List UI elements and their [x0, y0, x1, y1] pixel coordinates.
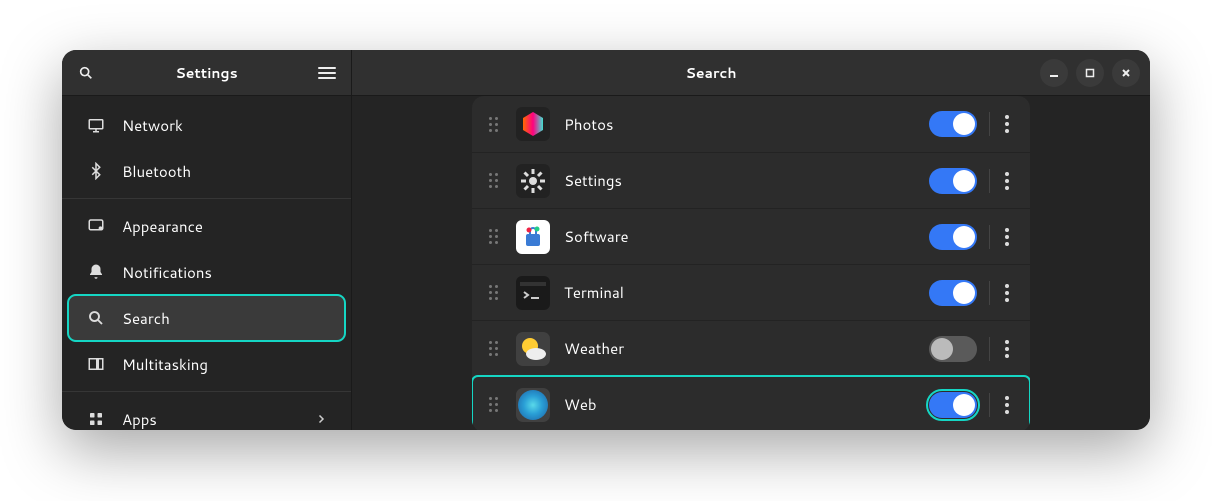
minimize-icon — [1049, 68, 1059, 78]
search-provider-row-weather: Weather — [472, 320, 1030, 376]
sidebar-item-label: Appearance — [122, 216, 327, 237]
monitor-icon — [86, 216, 106, 236]
sidebar: Network Bluetooth Appearance Notifications S… — [62, 96, 352, 430]
row-menu-button[interactable] — [994, 104, 1020, 144]
photos-icon — [516, 107, 550, 141]
sidebar-menu-button[interactable] — [313, 59, 341, 87]
drag-handle[interactable] — [482, 285, 504, 300]
search-providers-list: Photos Settings Software Terminal Weather Web — [472, 96, 1030, 430]
app-label: Photos — [564, 114, 929, 135]
sidebar-item-network[interactable]: Network — [68, 102, 345, 148]
multitask-icon — [86, 354, 106, 374]
search-provider-row-photos: Photos — [472, 96, 1030, 152]
sidebar-item-label: Notifications — [122, 262, 327, 283]
grid-icon — [86, 409, 106, 429]
drag-handle[interactable] — [482, 341, 504, 356]
settings-gear-icon — [516, 164, 550, 198]
network-icon — [86, 115, 106, 135]
window-close-button[interactable] — [1112, 59, 1140, 87]
search-icon — [78, 65, 94, 81]
toggle-switch[interactable] — [929, 224, 977, 250]
row-menu-button[interactable] — [994, 329, 1020, 369]
chevron-right-icon — [315, 413, 327, 425]
sidebar-item-appearance[interactable]: Appearance — [68, 203, 345, 249]
software-icon — [516, 220, 550, 254]
sidebar-item-multitasking[interactable]: Multitasking — [68, 341, 345, 387]
app-label: Web — [564, 394, 929, 415]
web-icon — [516, 388, 550, 422]
window-maximize-button[interactable] — [1076, 59, 1104, 87]
sidebar-title: Settings — [100, 63, 313, 83]
main-pane: Photos Settings Software Terminal Weather Web — [352, 96, 1150, 430]
sidebar-item-search[interactable]: Search — [68, 295, 345, 341]
app-label: Settings — [564, 170, 929, 191]
weather-icon — [516, 332, 550, 366]
search-provider-row-software: Software — [472, 208, 1030, 264]
search-provider-row-web: Web — [472, 376, 1030, 430]
sidebar-search-button[interactable] — [72, 59, 100, 87]
row-menu-button[interactable] — [994, 161, 1020, 201]
search-provider-row-terminal: Terminal — [472, 264, 1030, 320]
bell-icon — [86, 262, 106, 282]
row-menu-button[interactable] — [994, 217, 1020, 257]
sidebar-item-label: Bluetooth — [122, 161, 327, 182]
sidebar-header: Settings — [62, 50, 352, 96]
page-title: Search — [390, 63, 1032, 83]
hamburger-icon — [318, 67, 336, 79]
sidebar-item-label: Search — [122, 308, 327, 329]
search-icon — [86, 308, 106, 328]
sidebar-item-label: Multitasking — [122, 354, 327, 375]
app-label: Terminal — [564, 282, 929, 303]
sidebar-item-notifications[interactable]: Notifications — [68, 249, 345, 295]
sidebar-item-label: Network — [122, 115, 327, 136]
drag-handle[interactable] — [482, 229, 504, 244]
sidebar-item-label: Apps — [122, 409, 315, 430]
sidebar-item-apps[interactable]: Apps — [68, 396, 345, 430]
toggle-switch[interactable] — [929, 392, 977, 418]
terminal-icon — [516, 276, 550, 310]
window-minimize-button[interactable] — [1040, 59, 1068, 87]
sidebar-item-bluetooth[interactable]: Bluetooth — [68, 148, 345, 194]
search-provider-row-settings: Settings — [472, 152, 1030, 208]
drag-handle[interactable] — [482, 397, 504, 412]
row-menu-button[interactable] — [994, 385, 1020, 425]
app-label: Weather — [564, 338, 929, 359]
row-menu-button[interactable] — [994, 273, 1020, 313]
maximize-icon — [1085, 68, 1095, 78]
settings-window: Settings Search Network Bluetooth Appearan… — [62, 50, 1150, 430]
toggle-switch[interactable] — [929, 336, 977, 362]
close-icon — [1121, 68, 1131, 78]
toggle-switch[interactable] — [929, 280, 977, 306]
toggle-switch[interactable] — [929, 168, 977, 194]
drag-handle[interactable] — [482, 117, 504, 132]
bluetooth-icon — [86, 161, 106, 181]
search-providers-scroll[interactable]: Photos Settings Software Terminal Weather Web — [352, 96, 1150, 430]
main-header: Search — [352, 50, 1150, 96]
app-label: Software — [564, 226, 929, 247]
toggle-switch[interactable] — [929, 111, 977, 137]
drag-handle[interactable] — [482, 173, 504, 188]
